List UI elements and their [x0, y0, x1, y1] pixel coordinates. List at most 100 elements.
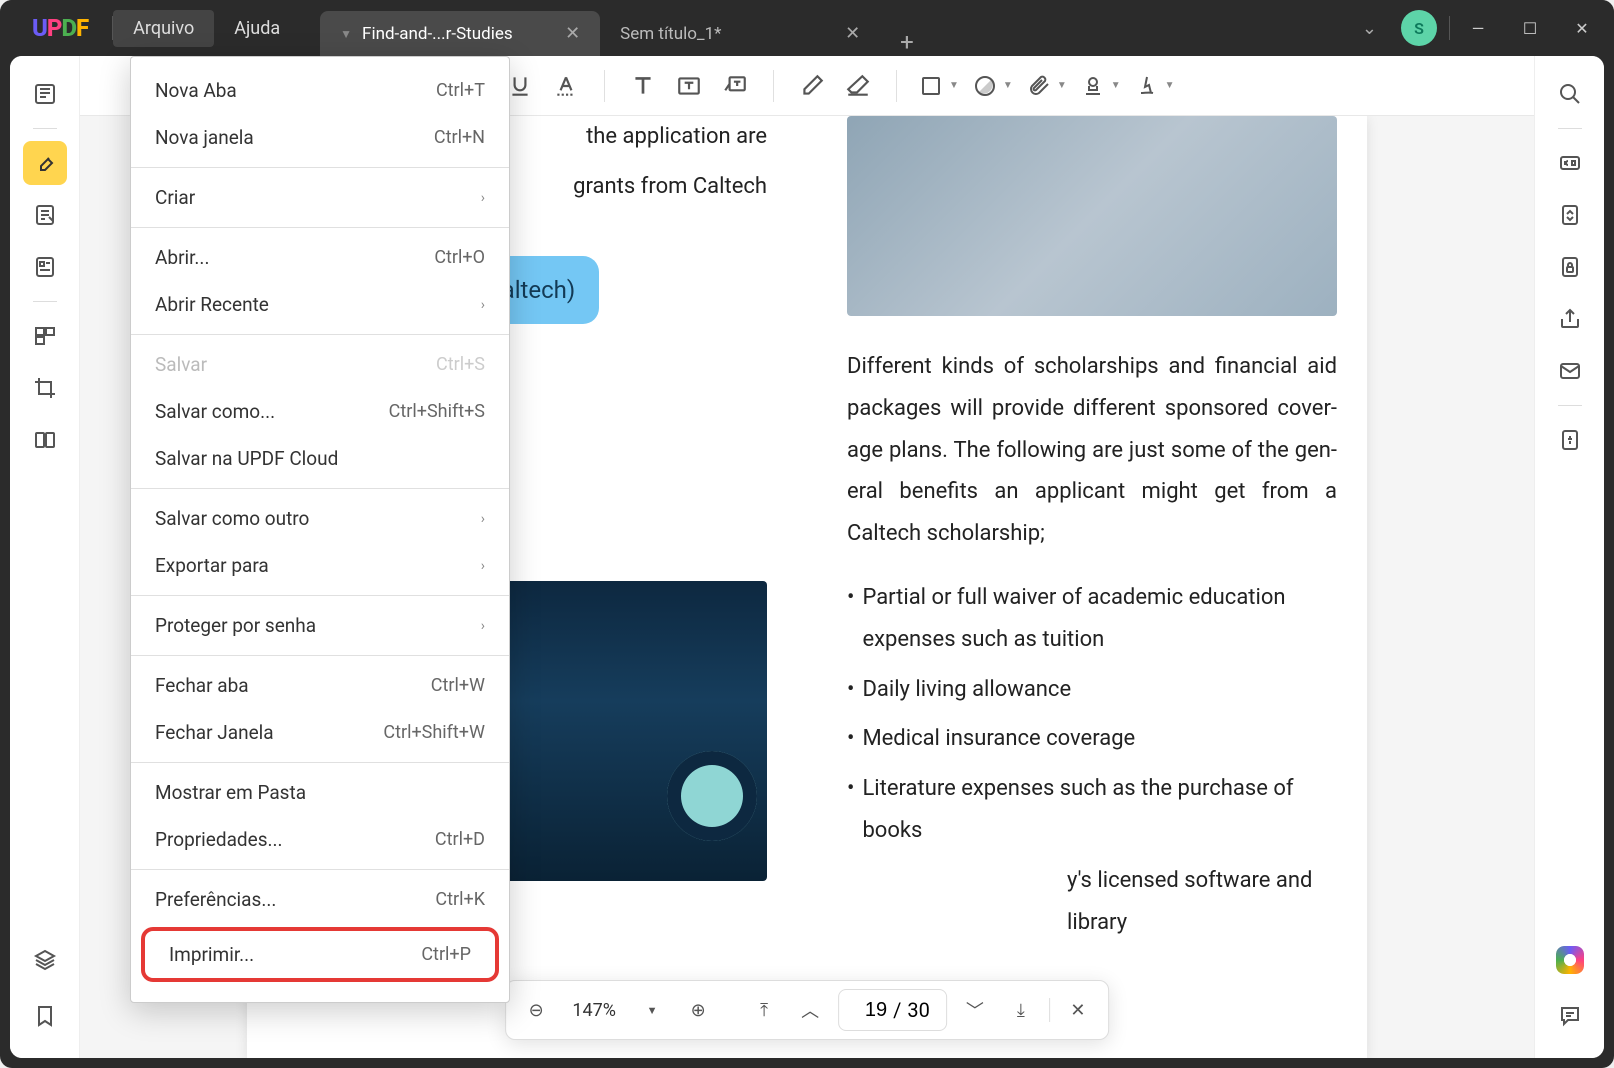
text-icon[interactable]: [623, 66, 663, 106]
menu-new-tab[interactable]: Nova AbaCtrl+T: [131, 67, 509, 114]
sidebar-left: [10, 56, 80, 1058]
convert-icon[interactable]: [1548, 193, 1592, 237]
menu-properties[interactable]: Propriedades...Ctrl+D: [131, 816, 509, 863]
eraser-icon[interactable]: [838, 66, 878, 106]
current-page-field[interactable]: [855, 999, 887, 1022]
page-total: 30: [907, 998, 929, 1022]
stamp-tool[interactable]: ▼: [1077, 74, 1125, 98]
compare-icon[interactable]: [23, 418, 67, 462]
tab-1[interactable]: ▼ Find-and-...r-Studies ✕: [320, 11, 600, 56]
callout-icon[interactable]: [715, 66, 755, 106]
sidebar-right: [1534, 56, 1604, 1058]
add-tab-button[interactable]: +: [880, 28, 934, 56]
ai-icon[interactable]: [1548, 938, 1592, 982]
separator: [604, 70, 605, 102]
menu-save-as[interactable]: Salvar como...Ctrl+Shift+S: [131, 388, 509, 435]
zoom-in-button[interactable]: ⊕: [680, 992, 716, 1028]
divider: [1449, 16, 1450, 40]
separator: [131, 167, 509, 168]
tab-2[interactable]: Sem título_1* ✕: [600, 11, 880, 56]
separator: [773, 70, 774, 102]
separator: [131, 227, 509, 228]
separator: [131, 595, 509, 596]
page-input[interactable]: / 30: [838, 989, 947, 1031]
menu-close-window[interactable]: Fechar JanelaCtrl+Shift+W: [131, 709, 509, 756]
ocr-icon[interactable]: [1548, 141, 1592, 185]
layers-icon[interactable]: [23, 938, 67, 982]
close-button[interactable]: ✕: [1558, 8, 1606, 48]
share-icon[interactable]: [1548, 297, 1592, 341]
pencil-icon[interactable]: [792, 66, 832, 106]
menu-create[interactable]: Criar›: [131, 174, 509, 221]
prev-page-button[interactable]: ︿: [792, 992, 828, 1028]
attachment-tool[interactable]: ▼: [1023, 74, 1071, 98]
user-avatar[interactable]: S: [1401, 10, 1437, 46]
separator: [131, 869, 509, 870]
menu-export[interactable]: Exportar para›: [131, 542, 509, 589]
menu-open-recent[interactable]: Abrir Recente›: [131, 281, 509, 328]
minimize-button[interactable]: —: [1454, 8, 1502, 48]
menu-print[interactable]: Imprimir...Ctrl+P: [145, 931, 495, 978]
menu-save: SalvarCtrl+S: [131, 341, 509, 388]
column-right: Different kinds of scholarships and fina…: [847, 116, 1337, 1018]
file-menu-dropdown: Nova AbaCtrl+T Nova janelaCtrl+N Criar› …: [130, 56, 510, 1003]
maximize-button[interactable]: ☐: [1506, 8, 1554, 48]
menu-save-cloud[interactable]: Salvar na UPDF Cloud: [131, 435, 509, 482]
highlighted-menu-item: Imprimir...Ctrl+P: [141, 927, 499, 982]
sticker-tool[interactable]: ▼: [969, 74, 1017, 98]
comment-icon[interactable]: [1548, 994, 1592, 1038]
zoom-out-button[interactable]: ⊖: [518, 992, 554, 1028]
window-controls: — ☐ ✕: [1449, 8, 1606, 48]
separator: [131, 334, 509, 335]
chevron-down-icon[interactable]: ⌄: [1350, 18, 1389, 39]
separator: [33, 128, 57, 129]
last-page-button[interactable]: ⤓: [1003, 992, 1039, 1028]
menu-new-window[interactable]: Nova janelaCtrl+N: [131, 114, 509, 161]
list-item: •Partial or full waiver of academic educ…: [847, 577, 1337, 661]
tab-bar: ▼ Find-and-...r-Studies ✕ Sem título_1* …: [320, 0, 1350, 56]
menu-close-tab[interactable]: Fechar abaCtrl+W: [131, 662, 509, 709]
close-icon[interactable]: ✕: [845, 23, 860, 44]
highlighter-icon[interactable]: [23, 141, 67, 185]
compress-icon[interactable]: [1548, 418, 1592, 462]
body-text: Different kinds of scholarships and fina…: [847, 346, 1337, 555]
menu-preferences[interactable]: Preferências...Ctrl+K: [131, 876, 509, 923]
menu-save-other[interactable]: Salvar como outro›: [131, 495, 509, 542]
text-color-icon[interactable]: [546, 66, 586, 106]
menu-reveal[interactable]: Mostrar em Pasta: [131, 769, 509, 816]
menu-open[interactable]: Abrir...Ctrl+O: [131, 234, 509, 281]
separator: [896, 70, 897, 102]
list-item: •Daily living allowance: [847, 669, 1337, 711]
page-separator: /: [893, 998, 901, 1022]
bookmark-icon[interactable]: [23, 994, 67, 1038]
pagination-bar: ⊖ 147% ▼ ⊕ ⤒ ︿ / 30 ﹀ ⤓ ✕: [505, 980, 1109, 1040]
menu-file[interactable]: Arquivo: [113, 10, 214, 47]
text-box-icon[interactable]: [669, 66, 709, 106]
next-page-button[interactable]: ﹀: [957, 992, 993, 1028]
image-placeholder: [847, 116, 1337, 316]
form-icon[interactable]: [23, 245, 67, 289]
app-logo: UPDF: [32, 14, 88, 42]
close-pagination-button[interactable]: ✕: [1060, 992, 1096, 1028]
email-icon[interactable]: [1548, 349, 1592, 393]
first-page-button[interactable]: ⤒: [746, 992, 782, 1028]
crop-icon[interactable]: [23, 366, 67, 410]
edit-icon[interactable]: [23, 193, 67, 237]
menu-protect[interactable]: Proteger por senha›: [131, 602, 509, 649]
zoom-dropdown[interactable]: ▼: [634, 992, 670, 1028]
list-item: •Medical insurance coverage: [847, 718, 1337, 760]
signature-tool[interactable]: ▼: [1131, 74, 1179, 98]
close-icon[interactable]: ✕: [565, 23, 580, 44]
view-mode-icon[interactable]: [23, 72, 67, 116]
separator: [131, 762, 509, 763]
search-icon[interactable]: [1548, 72, 1592, 116]
tab-dropdown-icon[interactable]: ▼: [340, 27, 352, 41]
lock-icon[interactable]: [1548, 245, 1592, 289]
separator: [131, 655, 509, 656]
organize-icon[interactable]: [23, 314, 67, 358]
shape-tool[interactable]: ▼: [915, 74, 963, 98]
list-item: y's licensed software and library: [847, 860, 1337, 944]
menu-help[interactable]: Ajuda: [214, 10, 300, 47]
separator: [33, 301, 57, 302]
separator: [1558, 405, 1582, 406]
